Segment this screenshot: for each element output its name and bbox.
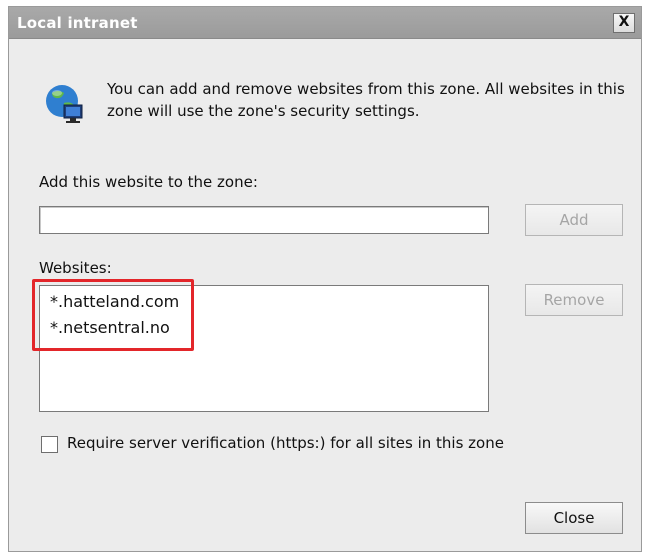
title-bar: Local intranet X — [9, 7, 641, 39]
zone-info-text: You can add and remove websites from thi… — [107, 80, 625, 120]
websites-label: Websites: — [39, 259, 112, 277]
close-button[interactable]: Close — [525, 502, 623, 534]
local-intranet-dialog: Local intranet X You can add and remove … — [8, 6, 642, 552]
https-checkbox-label: Require server verification (https:) for… — [67, 434, 504, 452]
add-button[interactable]: Add — [525, 204, 623, 236]
window-close-button[interactable]: X — [613, 13, 635, 33]
globe-computer-icon — [46, 85, 83, 123]
remove-button[interactable]: Remove — [525, 284, 623, 316]
add-website-label: Add this website to the zone: — [39, 173, 258, 191]
highlight-annotation — [32, 279, 194, 351]
window-title: Local intranet — [17, 14, 138, 32]
add-website-input[interactable] — [39, 206, 489, 234]
https-checkbox[interactable] — [41, 436, 58, 453]
